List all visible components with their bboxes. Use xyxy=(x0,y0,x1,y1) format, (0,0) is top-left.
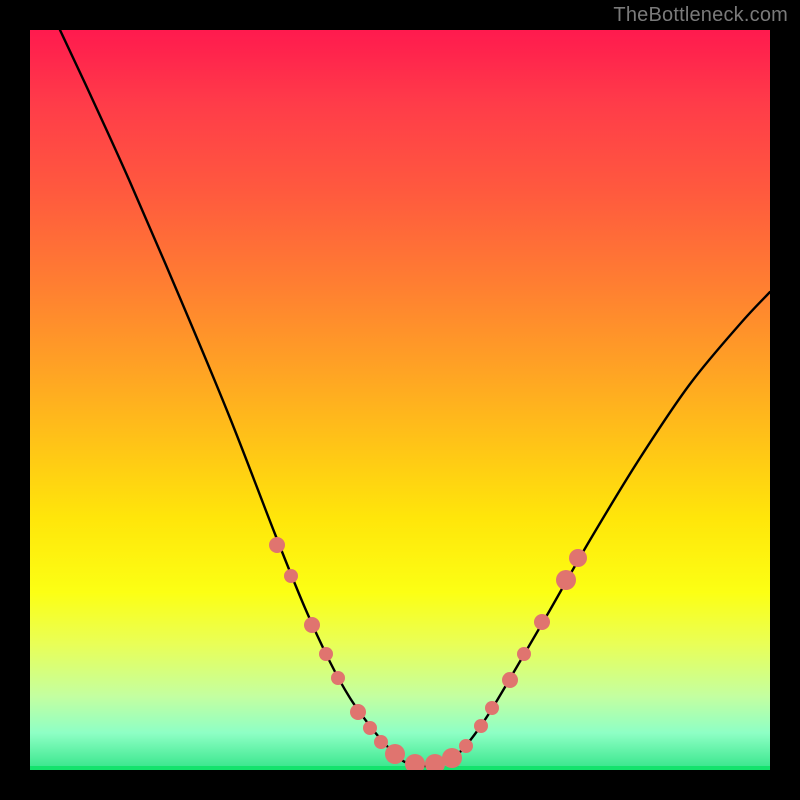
marker-dot-17 xyxy=(534,614,550,630)
marker-dot-14 xyxy=(485,701,499,715)
marker-dot-0 xyxy=(269,537,285,553)
marker-dot-3 xyxy=(319,647,333,661)
marker-dot-7 xyxy=(374,735,388,749)
marker-dot-8 xyxy=(385,744,405,764)
marker-dot-12 xyxy=(459,739,473,753)
marker-dot-15 xyxy=(502,672,518,688)
watermark-text: TheBottleneck.com xyxy=(613,4,788,27)
marker-dot-4 xyxy=(331,671,345,685)
marker-dot-5 xyxy=(350,704,366,720)
plot-frame xyxy=(30,30,770,770)
marker-dot-2 xyxy=(304,617,320,633)
marker-dot-1 xyxy=(284,569,298,583)
marker-dot-13 xyxy=(474,719,488,733)
marker-dot-18 xyxy=(556,570,576,590)
marker-dot-16 xyxy=(517,647,531,661)
marker-dot-19 xyxy=(569,549,587,567)
marker-dot-11 xyxy=(442,748,462,768)
marker-dot-6 xyxy=(363,721,377,735)
marker-dot-9 xyxy=(405,754,425,770)
markers-layer xyxy=(30,30,770,770)
marker-dot-10 xyxy=(425,754,445,770)
